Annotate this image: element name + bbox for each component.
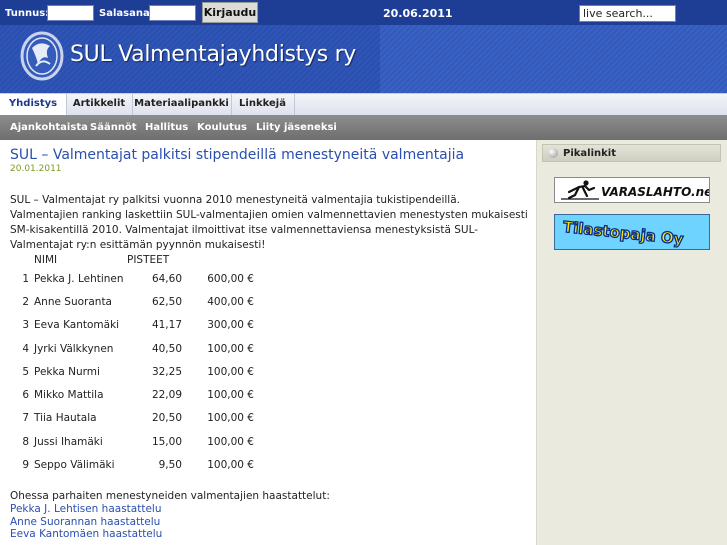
nav-item-materiaalipankki[interactable]: Materiaalipankki	[132, 94, 232, 115]
runner-icon: VARASLAHTO.net	[555, 178, 709, 202]
cell-points: 15,00	[151, 435, 182, 448]
cell-points: 64,60	[151, 272, 182, 285]
subnav-item-saannot[interactable]: Säännöt	[90, 122, 137, 133]
cell-amount: 100,00 €	[207, 389, 254, 402]
cell-rank: 2	[22, 295, 29, 308]
cell-name: Pekka Nurmi	[34, 365, 100, 378]
main-nav: Yhdistys Artikkelit Materiaalipankki Lin…	[0, 93, 727, 115]
cell-amount: 100,00 €	[207, 459, 254, 472]
cell-name: Eeva Kantomäki	[34, 319, 120, 332]
cell-name: Seppo Välimäki	[34, 459, 115, 472]
cell-name: Jussi Ihamäki	[34, 435, 103, 448]
nav-item-artikkelit[interactable]: Artikkelit	[66, 94, 133, 115]
cell-rank: 8	[22, 435, 29, 448]
cell-amount: 100,00 €	[207, 412, 254, 425]
username-label: Tunnus:	[5, 8, 50, 19]
cell-amount: 600,00 €	[207, 272, 254, 285]
header-pattern	[380, 25, 727, 93]
top-bar: Tunnus: Salasana: Kirjaudu 20.06.2011 li…	[0, 0, 727, 25]
site-header: SUL Valmentajayhdistys ry	[0, 25, 727, 93]
cell-rank: 6	[22, 389, 29, 402]
cell-amount: 400,00 €	[207, 295, 254, 308]
password-input[interactable]	[149, 5, 196, 21]
cell-points: 32,25	[151, 365, 182, 378]
cell-points: 20,50	[151, 412, 182, 425]
varaslahto-text: VARASLAHTO.net	[601, 185, 709, 199]
interviews-intro: Ohessa parhaiten menestyneiden valmentaj…	[10, 490, 330, 502]
table-row: 5 Pekka Nurmi 32,25 100,00 €	[10, 360, 254, 383]
interviews-section: Ohessa parhaiten menestyneiden valmentaj…	[10, 490, 330, 541]
username-input[interactable]	[47, 5, 94, 21]
results-table: NIMI PISTEET 1 Pekka J. Lehtinen 64,60 600,…	[10, 253, 254, 477]
password-label: Salasana:	[99, 8, 154, 19]
column-header-points: PISTEET	[127, 254, 170, 266]
cell-points: 62,50	[151, 295, 182, 308]
interview-link-lehtinen[interactable]: Pekka J. Lehtisen haastattelu	[10, 503, 330, 516]
subnav-item-liity-jaseneksi[interactable]: Liity jäseneksi	[256, 122, 337, 133]
live-search-input[interactable]: live search...	[579, 5, 676, 22]
logo-emblem-icon[interactable]	[18, 28, 66, 84]
interview-link-suoranta[interactable]: Anne Suorannan haastattelu	[10, 516, 330, 529]
cell-amount: 100,00 €	[207, 365, 254, 378]
main-content: SUL – Valmentajat palkitsi stipendeillä …	[0, 140, 536, 545]
cell-rank: 4	[22, 342, 29, 355]
cell-rank: 5	[22, 365, 29, 378]
tilastopaja-banner[interactable]: Tilastopaja Oy	[554, 214, 710, 250]
cell-points: 9,50	[158, 459, 182, 472]
cell-name: Mikko Mattila	[34, 389, 104, 402]
page: Tunnus: Salasana: Kirjaudu 20.06.2011 li…	[0, 0, 727, 545]
tilastopaja-logo-icon: Tilastopaja Oy	[555, 215, 709, 249]
sidebar: Pikalinkit VARASLAHTO.net Tilastopaja Oy	[536, 140, 727, 545]
subnav-item-koulutus[interactable]: Koulutus	[197, 122, 247, 133]
table-row: 9 Seppo Välimäki 9,50 100,00 €	[10, 453, 254, 476]
cell-rank: 7	[22, 412, 29, 425]
table-row: 3 Eeva Kantomäki 41,17 300,00 €	[10, 314, 254, 337]
cell-points: 40,50	[151, 342, 182, 355]
cell-points: 41,17	[151, 319, 182, 332]
sub-nav: Ajankohtaista Säännöt Hallitus Koulutus …	[0, 115, 727, 140]
cell-rank: 1	[22, 272, 29, 285]
subnav-item-ajankohtaista[interactable]: Ajankohtaista	[10, 122, 88, 133]
cell-amount: 300,00 €	[207, 319, 254, 332]
table-row: 1 Pekka J. Lehtinen 64,60 600,00 €	[10, 267, 254, 290]
cell-amount: 100,00 €	[207, 435, 254, 448]
interview-link-kantomaki[interactable]: Eeva Kantomäen haastattelu	[10, 528, 330, 541]
article-body: SUL – Valmentajat ry palkitsi vuonna 201…	[10, 194, 528, 251]
cell-points: 22,09	[151, 389, 182, 402]
quick-links-header: Pikalinkit	[542, 144, 721, 162]
column-header-name: NIMI	[34, 254, 58, 266]
nav-item-yhdistys[interactable]: Yhdistys	[0, 94, 67, 115]
article-title[interactable]: SUL – Valmentajat palkitsi stipendeillä …	[10, 147, 464, 163]
subnav-item-hallitus[interactable]: Hallitus	[145, 122, 188, 133]
bullet-icon	[548, 148, 558, 158]
quick-links-title: Pikalinkit	[563, 148, 616, 159]
nav-item-linkkeja[interactable]: Linkkejä	[231, 94, 295, 115]
site-title[interactable]: SUL Valmentajayhdistys ry	[70, 42, 356, 67]
table-row: 4 Jyrki Välkkynen 40,50 100,00 €	[10, 337, 254, 360]
cell-name: Tiia Hautala	[34, 412, 97, 425]
varaslahto-banner[interactable]: VARASLAHTO.net	[554, 177, 710, 203]
cell-name: Jyrki Välkkynen	[34, 342, 114, 355]
table-row: 6 Mikko Mattila 22,09 100,00 €	[10, 383, 254, 406]
cell-name: Anne Suoranta	[34, 295, 112, 308]
table-header-row: NIMI PISTEET	[10, 253, 254, 267]
article-date: 20.01.2011	[10, 164, 62, 174]
cell-amount: 100,00 €	[207, 342, 254, 355]
cell-rank: 3	[22, 319, 29, 332]
table-row: 8 Jussi Ihamäki 15,00 100,00 €	[10, 430, 254, 453]
login-button[interactable]: Kirjaudu	[202, 2, 258, 23]
cell-name: Pekka J. Lehtinen	[34, 272, 124, 285]
cell-rank: 9	[22, 459, 29, 472]
table-row: 2 Anne Suoranta 62,50 400,00 €	[10, 290, 254, 313]
current-date: 20.06.2011	[383, 7, 453, 20]
table-row: 7 Tiia Hautala 20,50 100,00 €	[10, 407, 254, 430]
